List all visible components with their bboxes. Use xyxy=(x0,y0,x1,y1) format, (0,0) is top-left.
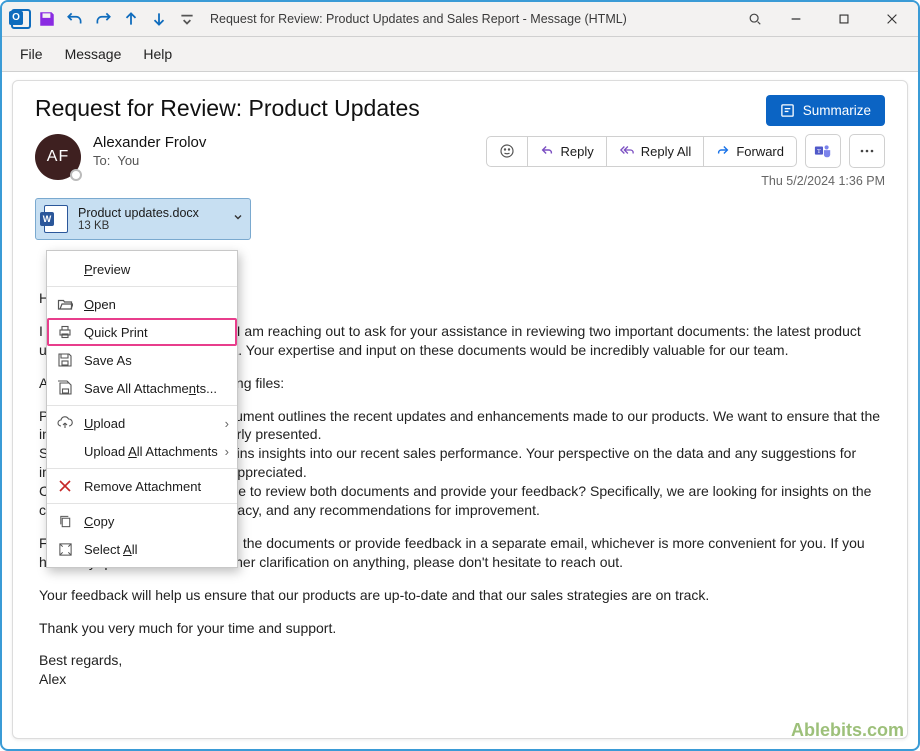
cloud-upload-icon xyxy=(57,415,73,431)
menu-upload-all-attachments[interactable]: Upload All Attachments › xyxy=(47,437,237,465)
reply-button[interactable]: Reply xyxy=(527,137,605,166)
menu-bar: File Message Help xyxy=(2,37,918,72)
menu-separator xyxy=(47,405,237,406)
menu-separator xyxy=(47,503,237,504)
to-line: To: You xyxy=(93,153,206,168)
reply-all-label: Reply All xyxy=(641,144,692,159)
save-as-icon xyxy=(57,352,73,368)
attachment-context-menu: Preview Open Quick Print Save As Save Al… xyxy=(46,250,238,568)
menu-preview[interactable]: Preview xyxy=(47,255,237,283)
menu-message[interactable]: Message xyxy=(65,46,122,62)
previous-item-icon[interactable] xyxy=(122,10,140,28)
summarize-button[interactable]: Summarize xyxy=(766,95,885,126)
attachment-size: 13 KB xyxy=(78,220,199,232)
teams-icon: T xyxy=(814,142,832,160)
menu-copy[interactable]: Copy xyxy=(47,507,237,535)
sender-avatar[interactable]: AF xyxy=(35,134,81,180)
next-item-icon[interactable] xyxy=(150,10,168,28)
word-document-icon: W xyxy=(44,205,68,233)
svg-text:T: T xyxy=(817,148,821,155)
maximize-button[interactable] xyxy=(822,4,866,34)
message-actions: Reply Reply All Forward xyxy=(486,136,797,167)
open-folder-icon xyxy=(57,296,73,312)
menu-open[interactable]: Open xyxy=(47,290,237,318)
attachment-chip[interactable]: W Product updates.docx 13 KB xyxy=(35,198,251,240)
menu-quick-print[interactable]: Quick Print xyxy=(47,318,237,346)
submenu-arrow-icon: › xyxy=(225,444,229,459)
body-paragraph: Alex xyxy=(39,670,881,689)
menu-help[interactable]: Help xyxy=(143,46,172,62)
sender-name[interactable]: Alexander Frolov xyxy=(93,134,206,151)
quick-access-toolbar xyxy=(38,10,196,28)
menu-separator xyxy=(47,468,237,469)
menu-remove-attachment[interactable]: Remove Attachment xyxy=(47,472,237,500)
attachment-dropdown-icon[interactable] xyxy=(232,210,244,228)
teams-share-button[interactable]: T xyxy=(805,134,841,168)
summarize-label: Summarize xyxy=(803,103,871,118)
summarize-icon xyxy=(780,103,795,118)
presence-indicator-icon xyxy=(70,169,82,181)
save-icon[interactable] xyxy=(38,10,56,28)
forward-button[interactable]: Forward xyxy=(703,137,796,166)
avatar-initials: AF xyxy=(47,148,69,166)
body-paragraph: Thank you very much for your time and su… xyxy=(39,619,881,638)
reactions-button[interactable] xyxy=(487,137,527,166)
menu-select-all[interactable]: Select All xyxy=(47,535,237,563)
reply-all-arrow-icon xyxy=(619,143,635,160)
blank-icon xyxy=(57,261,73,277)
blank-icon xyxy=(57,443,73,459)
menu-upload[interactable]: Upload › xyxy=(47,409,237,437)
customize-qat-dropdown-icon[interactable] xyxy=(178,10,196,28)
reply-arrow-icon xyxy=(540,143,554,160)
reply-label: Reply xyxy=(560,144,593,159)
to-value: You xyxy=(117,153,139,168)
window-title: Request for Review: Product Updates and … xyxy=(206,12,740,26)
forward-label: Forward xyxy=(736,144,784,159)
menu-file[interactable]: File xyxy=(20,46,43,62)
smile-icon xyxy=(499,143,515,159)
menu-save-all-attachments[interactable]: Save All Attachments... xyxy=(47,374,237,402)
body-paragraph: Your feedback will help us ensure that o… xyxy=(39,586,881,605)
received-timestamp: Thu 5/2/2024 1:36 PM xyxy=(486,174,885,188)
remove-x-icon xyxy=(57,478,73,494)
menu-separator xyxy=(47,286,237,287)
attachment-name: Product updates.docx xyxy=(78,206,199,220)
email-subject: Request for Review: Product Updates xyxy=(35,95,420,122)
menu-save-as[interactable]: Save As xyxy=(47,346,237,374)
title-bar: Request for Review: Product Updates and … xyxy=(2,2,918,37)
close-button[interactable] xyxy=(870,4,914,34)
forward-arrow-icon xyxy=(716,143,730,160)
reply-all-button[interactable]: Reply All xyxy=(606,137,704,166)
search-icon[interactable] xyxy=(740,4,770,34)
copy-icon xyxy=(57,513,73,529)
outlook-app-icon xyxy=(10,8,32,30)
undo-icon[interactable] xyxy=(66,10,84,28)
watermark: Ablebits.com xyxy=(791,720,904,741)
ellipsis-icon xyxy=(859,143,875,159)
minimize-button[interactable] xyxy=(774,4,818,34)
more-actions-button[interactable] xyxy=(849,134,885,168)
body-paragraph: Best regards, xyxy=(39,651,881,670)
submenu-arrow-icon: › xyxy=(225,416,229,431)
printer-icon xyxy=(57,324,73,340)
to-label: To: xyxy=(93,153,110,168)
redo-icon[interactable] xyxy=(94,10,112,28)
select-all-icon xyxy=(57,541,73,557)
save-all-icon xyxy=(57,380,73,396)
